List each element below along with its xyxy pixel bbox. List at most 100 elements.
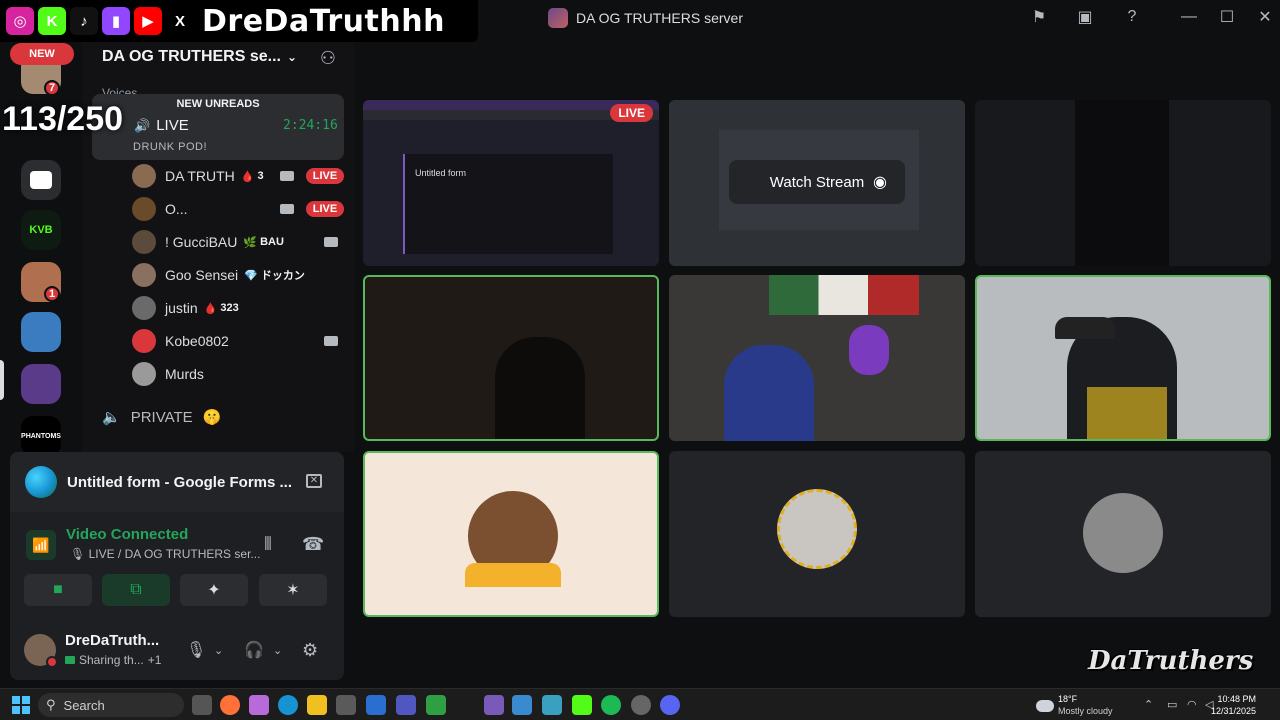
avatar <box>777 489 857 569</box>
cap <box>1055 317 1115 339</box>
camera-button[interactable]: ■ <box>24 574 92 606</box>
member-tag: 🩸 323 <box>204 302 239 315</box>
network-icon[interactable]: ▭ <box>1167 698 1177 711</box>
avatar <box>132 296 156 320</box>
activities-button[interactable]: ✦ <box>180 574 248 606</box>
invite-icon[interactable]: ⚇ <box>320 48 336 69</box>
headphones-icon[interactable]: 🎧 <box>244 640 264 660</box>
server-item[interactable] <box>21 312 61 352</box>
stream-preview-card[interactable]: Untitled form - Google Forms ... ✕ <box>10 452 344 512</box>
edge-browser-icon <box>25 466 57 498</box>
twitch-icon: ▮ <box>102 7 130 35</box>
weather-widget[interactable]: 18°F Mostly cloudy <box>1036 692 1113 716</box>
signal-icon[interactable]: 📶 <box>26 530 56 560</box>
avatar <box>1083 493 1163 573</box>
server-item[interactable] <box>21 160 61 200</box>
spotify-icon[interactable] <box>601 695 621 715</box>
minimize-icon[interactable]: — <box>1178 6 1200 28</box>
teams-icon[interactable] <box>396 695 416 715</box>
selected-pill <box>0 360 4 400</box>
rocket-icon: ✦ <box>207 582 221 599</box>
voice-member[interactable]: Murds <box>132 361 344 387</box>
video-tile-webcam[interactable] <box>975 275 1271 441</box>
flag-icon[interactable]: ⚑ <box>1028 6 1050 28</box>
discord-icon[interactable] <box>660 695 680 715</box>
stream-tile-dark[interactable] <box>975 100 1271 266</box>
tag-label: BAU <box>260 236 284 248</box>
screenshare-button[interactable]: ⧉ <box>102 574 170 606</box>
voice-member[interactable]: ! GucciBAU 🌿 BAU <box>132 229 344 255</box>
firefox-icon[interactable] <box>220 695 240 715</box>
server-item-selected[interactable] <box>21 364 61 404</box>
watermark-logo: DaTruthers <box>1088 646 1254 676</box>
voice-member[interactable]: Goo Sensei 💎 ドッカン <box>132 262 344 288</box>
avatar <box>132 164 156 188</box>
chevron-up-icon[interactable]: ⌃ <box>1144 698 1153 711</box>
search-icon: ⚲ <box>46 697 56 712</box>
eye-plus-icon[interactable]: ◉ <box>873 172 895 194</box>
screenshare-icon: ⧉ <box>130 581 142 598</box>
copilot-icon[interactable] <box>249 695 269 715</box>
tiktok-icon: ♪ <box>70 7 98 35</box>
video-connected-label[interactable]: Video Connected <box>66 526 188 543</box>
wifi-icon[interactable]: ◠ <box>1187 698 1197 711</box>
live-badge: LIVE <box>610 104 653 122</box>
kick-icon[interactable] <box>572 695 592 715</box>
gear-icon[interactable]: ⚙ <box>302 640 318 661</box>
voice-member[interactable]: Kobe0802 <box>132 328 344 354</box>
server-header[interactable]: DA OG TRUTHERS se... ⌄ <box>102 48 297 66</box>
member-name: DA TRUTH <box>165 168 235 184</box>
photos-icon[interactable] <box>542 695 562 715</box>
chevron-down-icon[interactable]: ⌄ <box>214 644 223 657</box>
camera-icon <box>280 204 294 214</box>
voice-member[interactable]: O... LIVE <box>132 196 344 222</box>
close-icon[interactable]: ✕ <box>1254 6 1276 28</box>
avatar-tile-toad[interactable] <box>975 451 1271 617</box>
app-icon[interactable] <box>512 695 532 715</box>
video-tile-dark-room[interactable] <box>363 275 659 441</box>
game-icon <box>30 171 52 189</box>
server-item[interactable]: PHANTOMS <box>21 416 61 456</box>
disconnect-icon[interactable]: ☎ <box>302 534 324 555</box>
server-item-kvb[interactable]: KVB <box>21 210 61 250</box>
speaker-icon: 🔈 <box>102 409 121 426</box>
member-name: Goo Sensei <box>165 267 239 283</box>
inbox-icon[interactable]: ▣ <box>1074 6 1096 28</box>
store-icon[interactable] <box>336 695 356 715</box>
voice-channel-live[interactable]: 🔊 LIVE <box>134 117 189 134</box>
avatar-tile-cartoon[interactable] <box>363 451 659 617</box>
file-explorer-icon[interactable] <box>307 695 327 715</box>
chevron-down-icon[interactable]: ⌄ <box>273 644 282 657</box>
help-icon[interactable]: ? <box>1121 6 1143 28</box>
voice-channel-private[interactable]: 🔈 PRIVATE 🤫 <box>102 408 221 427</box>
stream-tile-watch[interactable]: Watch Stream ◉ <box>669 100 965 266</box>
stream-tile-screen[interactable]: Untitled form LIVE <box>363 100 659 266</box>
mention-badge: 7 <box>44 80 60 96</box>
new-pill[interactable]: NEW <box>10 43 74 65</box>
outlook-icon[interactable] <box>366 695 386 715</box>
avatar <box>132 362 156 386</box>
microphone-icon[interactable]: 🎙 <box>186 640 206 660</box>
windows-start-icon[interactable] <box>12 696 30 714</box>
voice-member[interactable]: DA TRUTH 🩸 3 LIVE <box>132 163 344 189</box>
member-name: Kobe0802 <box>165 333 229 349</box>
edge-icon[interactable] <box>278 695 298 715</box>
soundboard-button[interactable]: ✶ <box>259 574 327 606</box>
app-icon[interactable] <box>426 695 446 715</box>
soundboard-icon[interactable]: ⦀ <box>264 534 272 555</box>
username[interactable]: DreDaTruth... <box>65 632 159 649</box>
stop-stream-icon[interactable]: ✕ <box>306 474 322 488</box>
cloud-icon <box>1036 700 1054 712</box>
task-view-icon[interactable] <box>192 695 212 715</box>
system-clock[interactable]: 10:48 PM 12/31/2025 <box>1211 693 1256 717</box>
maximize-icon[interactable]: ☐ <box>1216 6 1238 28</box>
taskbar-search[interactable]: ⚲ Search <box>38 693 184 717</box>
obs-icon[interactable] <box>631 695 651 715</box>
avatar-tile-lights[interactable] <box>669 451 965 617</box>
member-name: O... <box>165 201 188 217</box>
app-icon[interactable] <box>484 695 504 715</box>
camera-icon <box>324 237 338 247</box>
member-tag: 💎 ドッカン <box>244 267 305 283</box>
video-tile-headset[interactable] <box>669 275 965 441</box>
voice-member[interactable]: justin 🩸 323 <box>132 295 344 321</box>
